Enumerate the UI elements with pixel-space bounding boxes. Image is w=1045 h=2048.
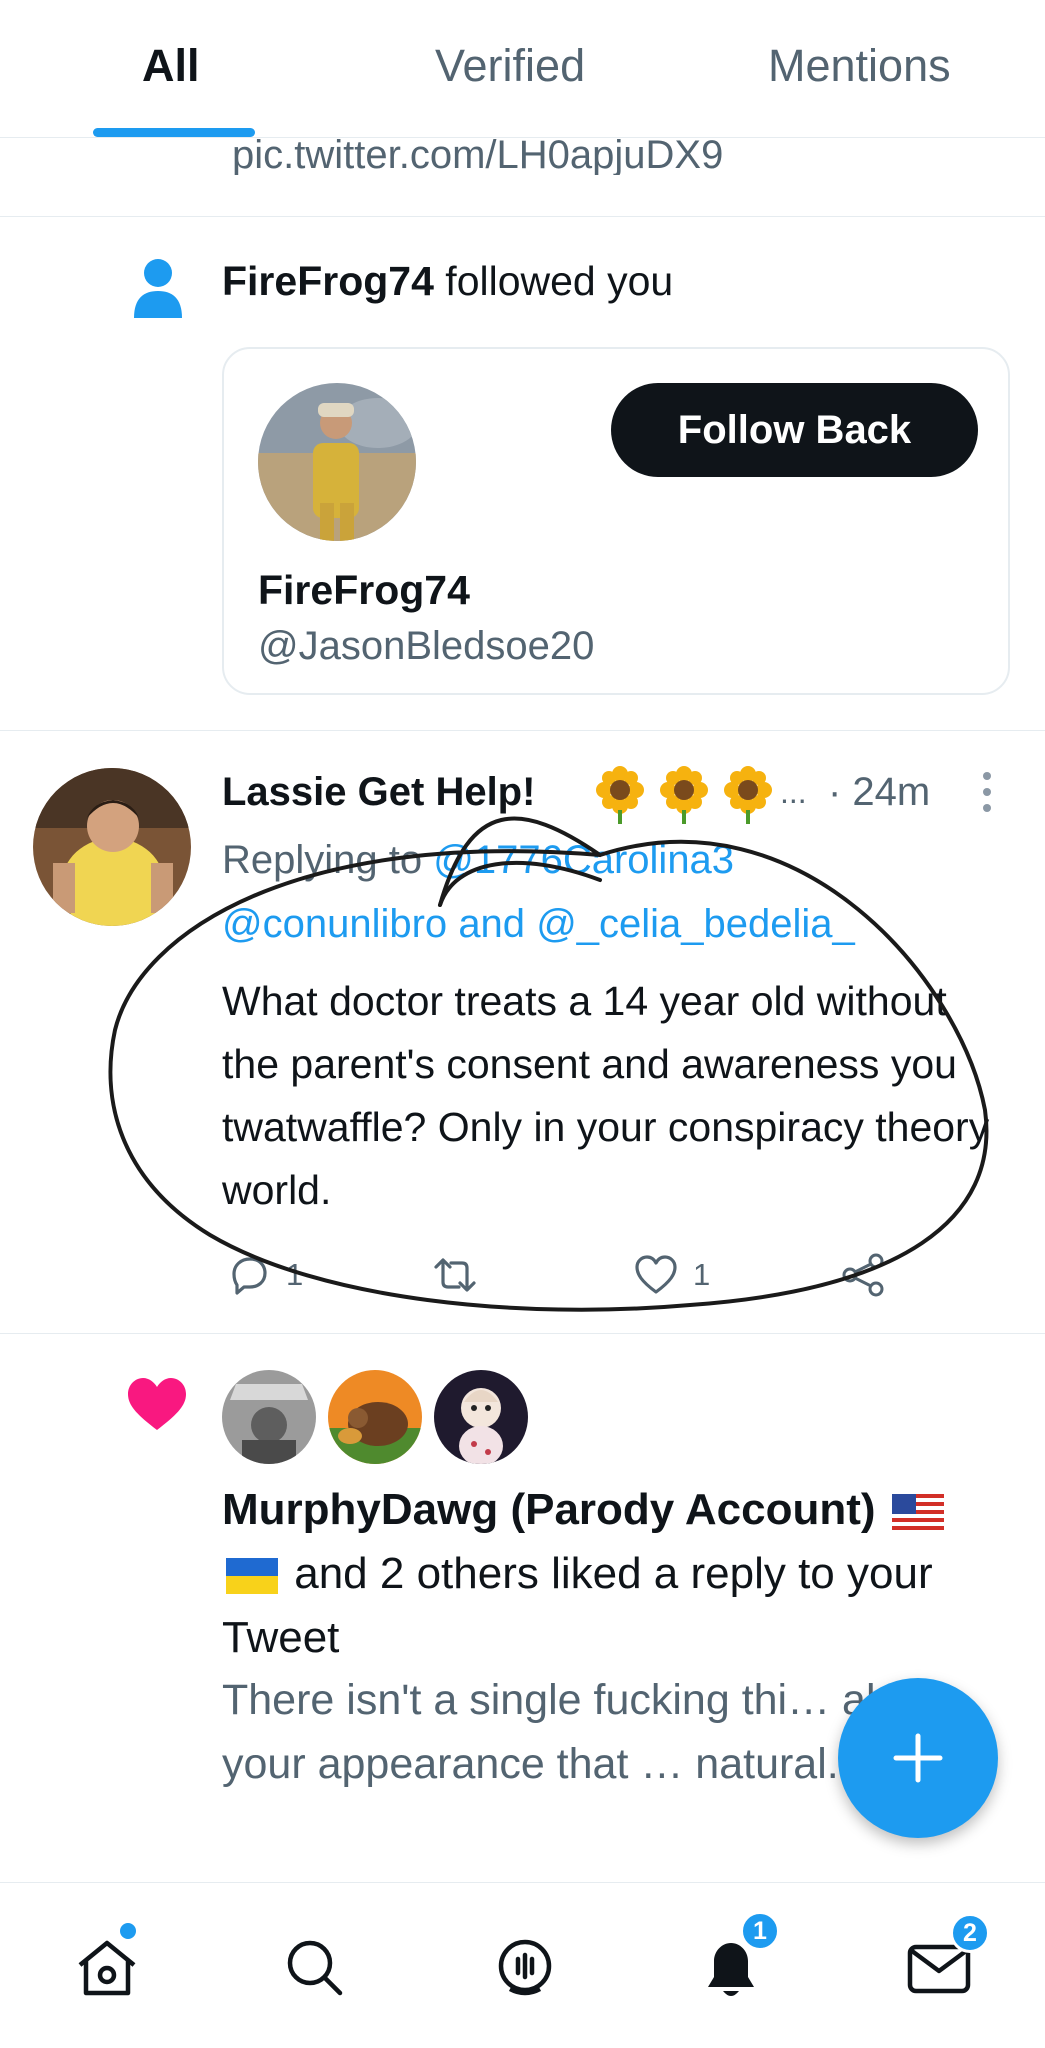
liker-name[interactable]: MurphyDawg (Parody Account) (222, 1485, 876, 1534)
nav-home[interactable] (70, 1923, 144, 2005)
liker-avatars (222, 1370, 528, 1464)
mention-link[interactable]: @conunlibro (222, 902, 447, 946)
liker-avatar[interactable] (434, 1370, 528, 1464)
notification-tabs: All Verified Mentions (0, 0, 1045, 138)
share-button[interactable] (840, 1252, 886, 1298)
replying-to-continued: @conunlibro and @_celia_bedelia_ (222, 902, 855, 947)
sunflower-emoji-group (592, 766, 776, 824)
like-notification-rest: and 2 others liked a reply to your Tweet (222, 1549, 933, 1662)
nav-notifications[interactable]: 1 (694, 1911, 780, 2005)
like-notification-text[interactable]: MurphyDawg (Parody Account) and 2 others… (222, 1478, 1022, 1670)
ukraine-flag-icon (226, 1558, 278, 1595)
tweet-author-avatar[interactable] (33, 768, 191, 926)
reply-count: 1 (286, 1257, 304, 1292)
person-icon (134, 259, 182, 318)
like-button[interactable]: 1 (633, 1252, 710, 1298)
notifications-badge: 1 (740, 1911, 780, 1951)
follow-action-text: followed you (445, 258, 674, 304)
plus-icon (893, 1733, 943, 1783)
like-count: 1 (693, 1257, 711, 1292)
nav-spaces[interactable] (488, 1931, 562, 2005)
retweet-button[interactable] (432, 1252, 478, 1298)
liker-avatar[interactable] (328, 1370, 422, 1464)
divider (0, 1333, 1045, 1334)
nav-messages[interactable]: 2 (902, 1913, 990, 2005)
reply-icon (232, 1257, 267, 1295)
sunflower-icon (596, 766, 644, 824)
more-options-icon[interactable] (980, 770, 994, 814)
follow-back-button[interactable]: Follow Back (611, 383, 978, 477)
bottom-navigation: 1 2 (0, 1882, 1045, 2048)
active-tab-indicator (93, 128, 255, 137)
share-icon (842, 1253, 884, 1297)
follower-card-name[interactable]: FireFrog74 (258, 567, 470, 614)
spaces-icon (498, 1939, 552, 1996)
compose-tweet-button[interactable] (838, 1678, 998, 1838)
liker-avatar[interactable] (222, 1370, 316, 1464)
divider (0, 216, 1045, 217)
follower-name[interactable]: FireFrog74 (222, 258, 434, 304)
tweet-author-name[interactable]: Lassie Get Help! (222, 770, 535, 815)
retweet-icon (434, 1258, 476, 1292)
home-new-indicator (120, 1923, 136, 1939)
and-text: and (458, 902, 526, 946)
like-icon (635, 1255, 677, 1294)
heart-icon (128, 1378, 186, 1430)
us-flag-icon (891, 1494, 944, 1531)
previous-tweet-link[interactable]: pic.twitter.com/LH0apjuDX9 (232, 135, 723, 175)
sunflower-icon (724, 766, 772, 824)
search-icon (287, 1940, 343, 1996)
messages-badge: 2 (950, 1913, 990, 1953)
follower-card[interactable]: Follow Back FireFrog74 @JasonBledsoe20 (222, 347, 1010, 695)
sunflower-icon (660, 766, 708, 824)
tab-mentions[interactable]: Mentions (768, 40, 951, 92)
nav-search[interactable] (278, 1931, 352, 2005)
divider (0, 730, 1045, 731)
mention-link[interactable]: @1776Carolina3 (433, 838, 734, 882)
reply-button[interactable]: 1 (226, 1252, 303, 1298)
replying-to: Replying to @1776Carolina3 (222, 838, 734, 883)
tweet-timestamp[interactable]: · 24m (828, 770, 930, 815)
name-truncation: ... (780, 774, 807, 810)
replying-to-label: Replying to (222, 838, 423, 882)
follow-notification-text[interactable]: FireFrog74 followed you (222, 258, 673, 305)
mention-link[interactable]: @_celia_bedelia_ (536, 902, 855, 946)
home-icon (78, 1940, 136, 1996)
tab-all[interactable]: All (142, 40, 200, 92)
tab-verified[interactable]: Verified (435, 40, 585, 92)
follower-avatar[interactable] (258, 383, 416, 541)
tweet-body[interactable]: What doctor treats a 14 year old without… (222, 970, 1002, 1222)
follower-card-handle: @JasonBledsoe20 (258, 624, 595, 668)
